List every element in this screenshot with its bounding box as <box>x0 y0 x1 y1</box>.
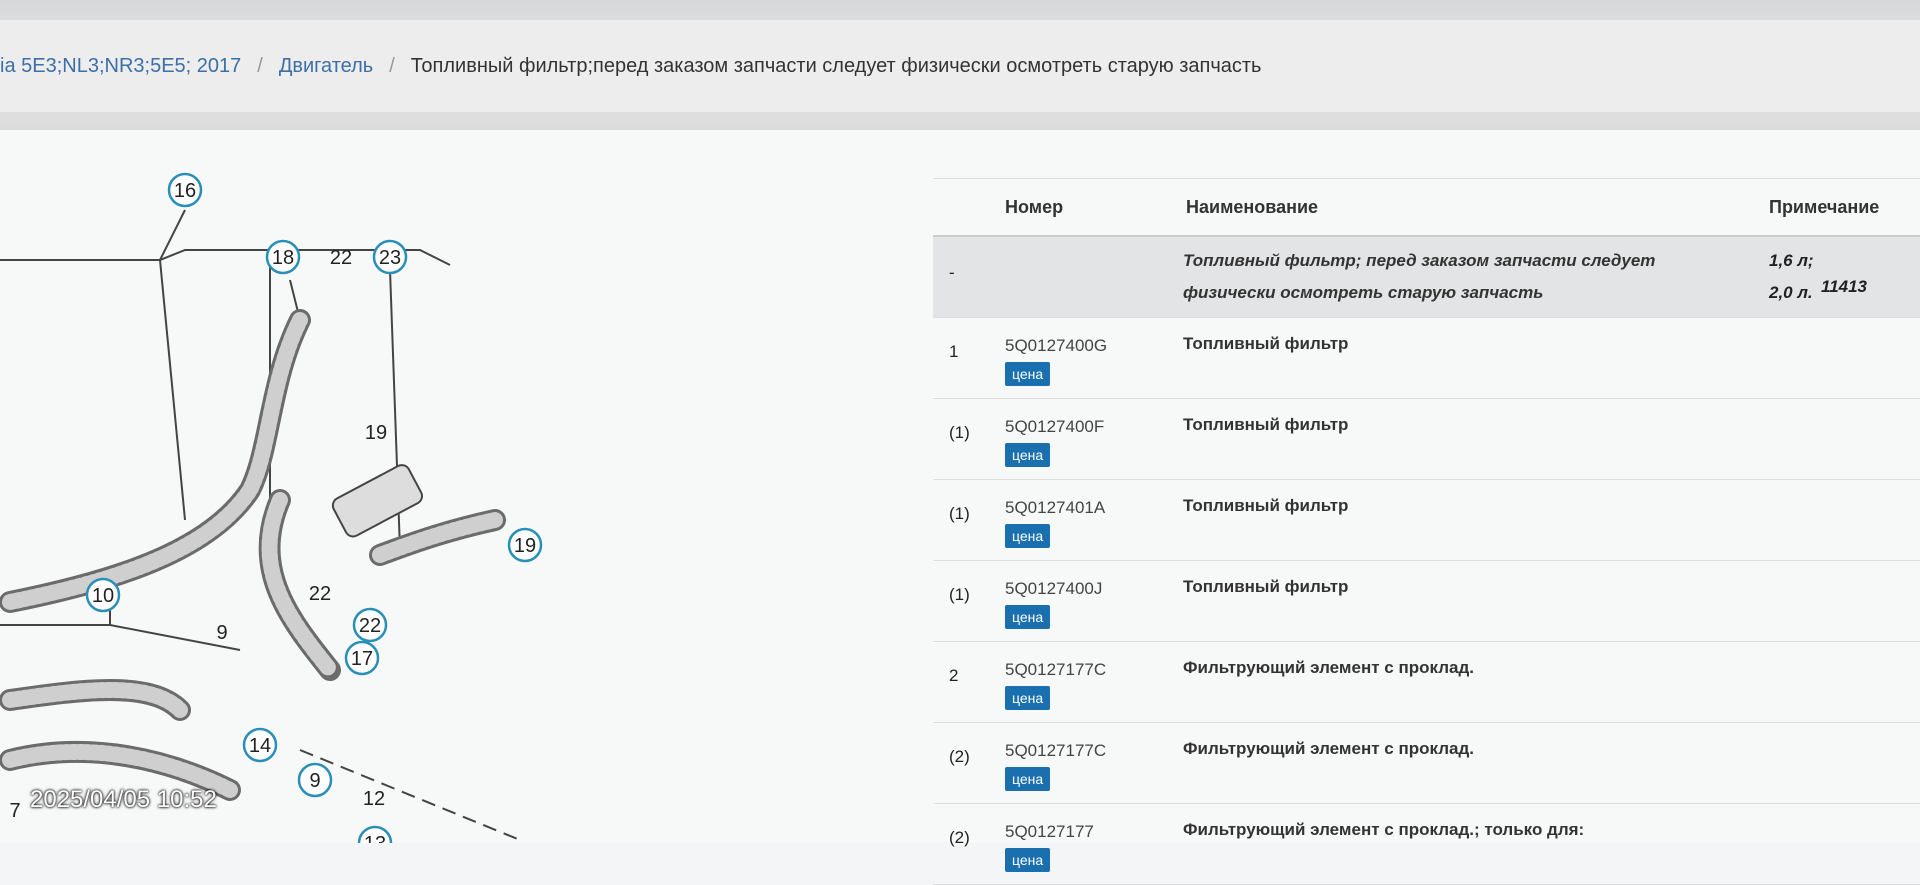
callout-number: 19 <box>365 422 387 444</box>
row-part-number[interactable]: 5Q0127400G <box>1005 336 1107 356</box>
breadcrumb-vehicle-link[interactable]: ia 5E3;NL3;NR3;5E5; 2017 <box>0 55 241 78</box>
price-button[interactable]: цена <box>1005 605 1051 629</box>
fuel-filter-body <box>331 464 424 538</box>
hose-1-texture <box>2 312 308 610</box>
row-position: (1) <box>949 585 970 604</box>
price-button[interactable]: цена <box>1005 362 1051 386</box>
callout-number: 23 <box>379 247 401 269</box>
diagram-dashed-line <box>299 749 521 841</box>
row-part-number[interactable]: 5Q0127400J <box>1005 579 1102 599</box>
group-row-note-code: 11413 <box>1821 277 1868 296</box>
row-position: (2) <box>949 828 970 847</box>
table-row: (2) 5Q0127177 цена Фильтрующий элемент с пр… <box>933 804 1920 885</box>
row-part-name: Фильтрующий элемент с проклад.; только д… <box>1183 820 1585 839</box>
diagram-leader <box>159 259 186 521</box>
price-button[interactable]: цена <box>1005 686 1051 710</box>
breadcrumb-separator: / <box>257 54 263 77</box>
row-part-name: Топливный фильтр <box>1183 496 1349 515</box>
table-row: (1) 5Q0127401A цена Топливный фильтр <box>933 480 1920 561</box>
table-group-row: - Топливный фильтр; перед заказом запчас… <box>933 237 1920 318</box>
row-part-number[interactable]: 5Q0127177C <box>1005 660 1106 680</box>
row-position: (1) <box>949 423 970 442</box>
callout-number: 14 <box>249 735 271 757</box>
parts-diagram: 16 18 22 23 19 19 10 9 22 22 17 14 9 12 13 7 <box>0 172 543 843</box>
row-part-number[interactable]: 5Q0127177 <box>1005 822 1094 842</box>
table-row: (1) 5Q0127400F цена Топливный фильтр <box>933 399 1920 480</box>
price-button[interactable]: цена <box>1005 848 1051 872</box>
callout-number: 22 <box>309 583 331 605</box>
group-note-line2: 2,0 л. <box>1769 283 1813 302</box>
callout-number: 17 <box>351 648 373 670</box>
table-row: (2) 5Q0127177C цена Фильтрующий элемент с п… <box>933 723 1920 804</box>
callout-number: 9 <box>216 622 227 644</box>
group-row-pos: - <box>949 263 955 282</box>
table-row: 2 5Q0127177C цена Фильтрующий элемент с про… <box>933 642 1920 723</box>
group-row-name: Топливный фильтр; перед заказом запчасти… <box>1183 251 1656 302</box>
table-row: (1) 5Q0127400J цена Топливный фильтр <box>933 561 1920 642</box>
price-button[interactable]: цена <box>1005 443 1051 467</box>
parts-table: Номер Наименование Примечание - Топливны… <box>933 178 1920 885</box>
table-header: Номер Наименование Примечание <box>933 178 1920 237</box>
photo-timestamp: 2025/04/05 10:52 <box>30 786 217 813</box>
row-part-number[interactable]: 5Q0127177C <box>1005 741 1106 761</box>
row-part-name: Фильтрующий элемент с проклад. <box>1183 658 1474 677</box>
callout-number: 12 <box>363 788 385 810</box>
row-part-number[interactable]: 5Q0127400F <box>1005 417 1104 437</box>
price-button[interactable]: цена <box>1005 524 1051 548</box>
row-position: (1) <box>949 504 970 523</box>
breadcrumb-separator: / <box>389 54 395 77</box>
callout-number: 16 <box>174 180 196 202</box>
callout-number: 19 <box>514 535 536 557</box>
table-row: 1 5Q0127400G цена Топливный фильтр <box>933 318 1920 399</box>
callout-number: 9 <box>309 770 320 792</box>
row-part-number[interactable]: 5Q0127401A <box>1005 498 1105 518</box>
group-note-line1: 1,6 л; <box>1769 251 1814 270</box>
diagram-bracket <box>0 624 241 651</box>
row-position: 2 <box>949 666 959 685</box>
breadcrumb: ia 5E3;NL3;NR3;5E5; 2017 / Двигатель / Т… <box>0 20 1920 112</box>
breadcrumb-current: Топливный фильтр;перед заказом запчасти … <box>410 54 1262 77</box>
callout-number: 22 <box>330 247 352 269</box>
callout-number: 22 <box>359 615 381 637</box>
column-header-name: Наименование <box>1186 197 1319 217</box>
row-part-name: Топливный фильтр <box>1183 577 1349 596</box>
callout-number: 7 <box>9 800 20 822</box>
row-part-name: Топливный фильтр <box>1183 415 1349 434</box>
group-row-note: 1,6 л; 2,0 л. <box>1769 245 1814 309</box>
callout-number: 10 <box>92 585 114 607</box>
callout-number: 18 <box>272 247 294 269</box>
row-position: 1 <box>949 342 959 361</box>
breadcrumb-section-link[interactable]: Двигатель <box>279 55 373 78</box>
column-header-number: Номер <box>1005 197 1064 217</box>
column-header-note: Примечание <box>1769 197 1880 217</box>
row-part-name: Топливный фильтр <box>1183 334 1349 353</box>
price-button[interactable]: цена <box>1005 767 1051 791</box>
callout-number: 13 <box>364 833 386 843</box>
row-part-name: Фильтрующий элемент с проклад. <box>1183 739 1474 758</box>
row-position: (2) <box>949 747 970 766</box>
